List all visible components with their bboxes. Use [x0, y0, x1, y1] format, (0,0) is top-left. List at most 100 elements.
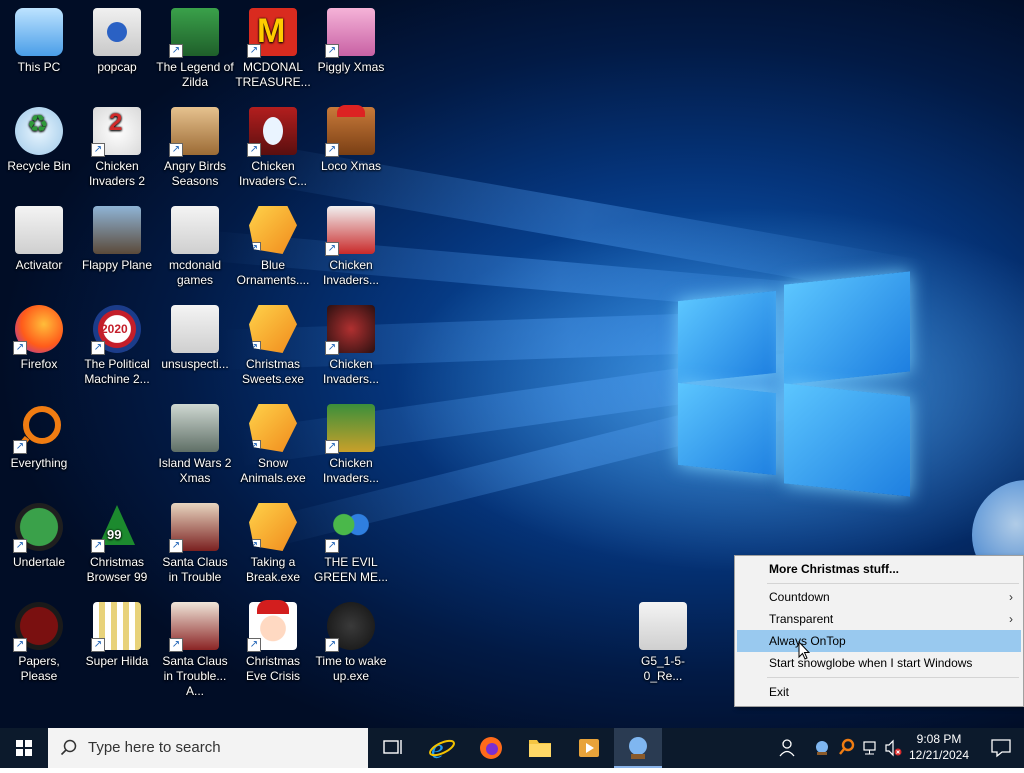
- desktop-icon-santa-claus-in-trouble[interactable]: ↗ Santa Claus in Trouble: [156, 503, 234, 585]
- icon-label: mcdonald games: [168, 258, 222, 287]
- desktop-icon-mcdonald-games[interactable]: mcdonald games: [156, 206, 234, 288]
- taskbar-snowglobe-app[interactable]: [614, 728, 662, 768]
- people-button[interactable]: [776, 728, 798, 768]
- menu-item-start-with-windows[interactable]: Start snowglobe when I start Windows: [737, 652, 1021, 674]
- shortcut-arrow-icon: ↗: [325, 44, 339, 58]
- taskbar-firefox[interactable]: [467, 728, 515, 768]
- menu-item-countdown[interactable]: Countdown ›: [737, 586, 1021, 608]
- icon-label: Everything: [10, 456, 68, 470]
- desktop-icon-taking-a-break[interactable]: ↗ Taking a Break.exe: [234, 503, 312, 585]
- shortcut-arrow-icon: ↗: [325, 242, 339, 256]
- people-icon: [779, 739, 795, 757]
- desktop-icon-piggly-xmas[interactable]: ↗ Piggly Xmas: [312, 8, 390, 75]
- taskbar-search-box[interactable]: Type here to search: [48, 728, 368, 768]
- menu-item-exit[interactable]: Exit: [737, 681, 1021, 703]
- shortcut-arrow-icon: ↗: [249, 539, 261, 551]
- papers-please-seal-icon: ↗: [13, 602, 63, 652]
- icon-label: Recycle Bin: [7, 159, 71, 173]
- icon-label: Papers, Please: [18, 654, 60, 683]
- tray-app-everything[interactable]: [837, 728, 857, 768]
- taskbar-clock[interactable]: 9:08 PM 12/21/2024: [905, 731, 973, 763]
- icon-label: This PC: [17, 60, 61, 74]
- icon-label: Christmas Eve Crisis: [245, 654, 300, 683]
- desktop-icon-loco-xmas[interactable]: ↗ Loco Xmas: [312, 105, 390, 174]
- icon-label: MCDONAL TREASURE...: [235, 60, 311, 89]
- desktop-icon-christmas-browser-99[interactable]: 99 ↗ Christmas Browser 99: [78, 503, 156, 585]
- desktop-icon-papers-please[interactable]: ↗ Papers, Please: [0, 602, 78, 684]
- icon-label: Undertale: [12, 555, 66, 569]
- desktop-icon-undertale[interactable]: ↗ Undertale: [0, 503, 78, 570]
- search-icon: [60, 739, 77, 756]
- icon-label: THE EVIL GREEN ME...: [313, 555, 388, 584]
- desktop-icon-this-pc[interactable]: This PC: [0, 8, 78, 75]
- plane-icon: [93, 206, 141, 254]
- start-button[interactable]: [0, 728, 48, 768]
- desktop-icon-blue-ornaments[interactable]: ↗ Blue Ornaments....: [234, 206, 312, 288]
- desktop-icon-mcdonal-treasure[interactable]: M ↗ MCDONAL TREASURE...: [234, 8, 312, 90]
- shortcut-arrow-icon: ↗: [13, 539, 27, 553]
- volume-muted-icon: [885, 739, 902, 757]
- menu-item-always-on-top[interactable]: Always OnTop: [737, 630, 1021, 652]
- desktop-icon-political-machine[interactable]: 2020 ↗ The Political Machine 2...: [78, 305, 156, 387]
- pig-icon: ↗: [325, 8, 375, 58]
- desktop-icon-recycle-bin[interactable]: ♻ Recycle Bin: [0, 107, 78, 174]
- recycle-bin-icon: ♻: [15, 107, 63, 155]
- desktop-icon-island-wars-2-xmas[interactable]: Island Wars 2 Xmas: [156, 404, 234, 486]
- desktop-icon-chicken-invaders-4[interactable]: ↗ Chicken Invaders...: [312, 305, 390, 387]
- action-center-button[interactable]: [978, 728, 1024, 768]
- desktop-icon-everything[interactable]: ↗ Everything: [0, 404, 78, 471]
- desktop-icon-chicken-invaders-5[interactable]: ↗ Chicken Invaders...: [312, 404, 390, 486]
- desktop-icon-santa-claus-in-trouble-a[interactable]: ↗ Santa Claus in Trouble... A...: [156, 602, 234, 699]
- desktop-icon-legend-of-zilda[interactable]: ↗ The Legend of Zilda: [156, 8, 234, 90]
- desktop-icon-evil-green-me[interactable]: ↗ THE EVIL GREEN ME...: [312, 503, 390, 585]
- tray-app-snowglobe[interactable]: [812, 728, 832, 768]
- desktop-icon-time-to-wake-up[interactable]: ↗ Time to wake up.exe: [312, 602, 390, 684]
- icon-label: popcap: [97, 60, 137, 74]
- desktop-icon-flappy-plane[interactable]: Flappy Plane: [78, 206, 156, 273]
- desktop-icon-firefox[interactable]: ↗ Firefox: [0, 305, 78, 372]
- desktop-icon-snow-animals[interactable]: ↗ Snow Animals.exe: [234, 404, 312, 486]
- shortcut-arrow-icon: ↗: [325, 341, 339, 355]
- taskbar-file-explorer[interactable]: [516, 728, 564, 768]
- network-button[interactable]: [861, 728, 879, 768]
- desktop-icon-chicken-invaders-c[interactable]: ↗ Chicken Invaders C...: [234, 107, 312, 189]
- desktop-icon-activator[interactable]: Activator: [0, 206, 78, 273]
- desktop-icon-g5-folder[interactable]: G5_1-5-0_Re...: [624, 602, 702, 684]
- icon-label: Chicken Invaders...: [322, 258, 380, 287]
- undertale-character-icon: ↗: [13, 503, 63, 553]
- shortcut-arrow-icon: ↗: [247, 143, 261, 157]
- desktop-icon-popcap[interactable]: popcap: [78, 8, 156, 75]
- notification-icon: [991, 739, 1011, 758]
- angry-bird-icon: ↗: [169, 107, 219, 157]
- shortcut-arrow-icon: ↗: [325, 143, 339, 157]
- desktop-icon-angry-birds-seasons[interactable]: ↗ Angry Birds Seasons: [156, 107, 234, 189]
- task-view-button[interactable]: [368, 728, 416, 768]
- internet-explorer-icon: e: [429, 734, 455, 765]
- menu-item-more-christmas-stuff[interactable]: More Christmas stuff...: [737, 558, 1021, 580]
- shortcut-arrow-icon: ↗: [325, 539, 339, 553]
- menu-separator: [767, 677, 1019, 678]
- network-icon: [863, 741, 876, 755]
- icon-label: Santa Claus in Trouble: [162, 555, 228, 584]
- desktop-icon-super-hilda[interactable]: ↗ Super Hilda: [78, 602, 156, 669]
- shortcut-arrow-icon: ↗: [169, 638, 183, 652]
- windows-start-icon: [16, 740, 32, 756]
- desktop-icon-chicken-invaders-2[interactable]: 2 ↗ Chicken Invaders 2: [78, 107, 156, 189]
- desktop-icon-chicken-invaders-3[interactable]: ↗ Chicken Invaders...: [312, 206, 390, 288]
- task-view-icon: [383, 740, 402, 754]
- icon-label: The Legend of Zilda: [156, 60, 234, 89]
- desktop-icon-unsuspecti[interactable]: unsuspecti...: [156, 305, 234, 372]
- desktop-icon-christmas-eve-crisis[interactable]: ↗ Christmas Eve Crisis: [234, 600, 312, 684]
- pixel-character-icon: ↗: [91, 602, 141, 652]
- shortcut-arrow-icon: ↗: [247, 638, 261, 652]
- search-placeholder: Type here to search: [88, 739, 221, 756]
- taskbar-media-player[interactable]: [565, 728, 613, 768]
- menu-item-transparent[interactable]: Transparent ›: [737, 608, 1021, 630]
- desktop-icon-christmas-sweets[interactable]: ↗ Christmas Sweets.exe: [234, 305, 312, 387]
- shortcut-arrow-icon: ↗: [91, 638, 105, 652]
- taskbar-internet-explorer[interactable]: e: [418, 728, 466, 768]
- shortcut-arrow-icon: ↗: [13, 440, 27, 454]
- firefox-icon: [480, 737, 502, 759]
- volume-button[interactable]: [883, 728, 903, 768]
- icon-label: Santa Claus in Trouble... A...: [162, 654, 228, 698]
